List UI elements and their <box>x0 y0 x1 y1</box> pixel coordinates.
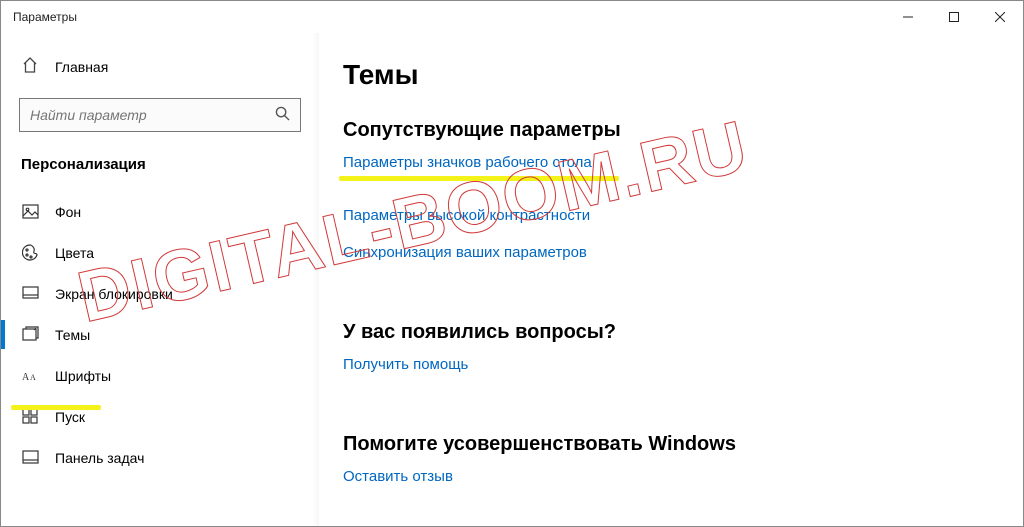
sidebar-item-home[interactable]: Главная <box>1 47 319 86</box>
sidebar-section-label: Персонализация <box>1 150 319 191</box>
picture-icon <box>21 203 39 220</box>
link-sync-settings[interactable]: Синхронизация ваших параметров <box>343 244 587 261</box>
sidebar-item-colors[interactable]: Цвета <box>1 232 319 273</box>
link-get-help[interactable]: Получить помощь <box>343 356 468 373</box>
palette-icon <box>21 244 39 261</box>
search-box[interactable] <box>19 98 301 132</box>
window-title: Параметры <box>13 10 77 24</box>
questions-heading: У вас появились вопросы? <box>343 321 999 344</box>
sidebar-item-label: Панель задач <box>55 450 144 466</box>
start-icon <box>21 408 39 425</box>
sidebar-item-label: Темы <box>55 327 90 343</box>
sidebar-item-start[interactable]: Пуск <box>1 396 319 437</box>
svg-text:A: A <box>30 373 36 382</box>
window-body: Главная Персонализация Фон Цвета Э <box>1 33 1023 526</box>
search-input[interactable] <box>30 107 275 123</box>
sidebar-item-label: Экран блокировки <box>55 286 173 302</box>
minimize-button[interactable] <box>885 1 931 33</box>
sidebar-item-label: Пуск <box>55 409 85 425</box>
fonts-icon: AA <box>21 367 39 384</box>
sidebar-item-label: Фон <box>55 204 81 220</box>
themes-icon <box>21 326 39 343</box>
related-settings-heading: Сопутствующие параметры <box>343 119 999 142</box>
titlebar: Параметры <box>1 1 1023 33</box>
sidebar-item-label: Цвета <box>55 245 94 261</box>
sidebar-item-taskbar[interactable]: Панель задач <box>1 437 319 478</box>
link-high-contrast[interactable]: Параметры высокой контрастности <box>343 207 590 224</box>
sidebar-item-label: Шрифты <box>55 368 111 384</box>
taskbar-icon <box>21 449 39 466</box>
highlight-annotation <box>339 176 619 181</box>
sidebar-item-background[interactable]: Фон <box>1 191 319 232</box>
close-button[interactable] <box>977 1 1023 33</box>
highlight-annotation <box>11 405 101 410</box>
window-controls <box>885 1 1023 33</box>
svg-text:A: A <box>22 372 30 383</box>
link-feedback[interactable]: Оставить отзыв <box>343 468 453 485</box>
sidebar-home-label: Главная <box>55 59 108 75</box>
sidebar-item-themes[interactable]: Темы <box>1 314 319 355</box>
link-desktop-icons[interactable]: Параметры значков рабочего стола <box>343 154 592 171</box>
page-title: Темы <box>343 59 999 91</box>
search-icon <box>275 106 290 124</box>
content-area: Темы Сопутствующие параметры Параметры з… <box>319 33 1023 526</box>
sidebar: Главная Персонализация Фон Цвета Э <box>1 33 319 526</box>
sidebar-item-fonts[interactable]: AA Шрифты <box>1 355 319 396</box>
lockscreen-icon <box>21 285 39 302</box>
sidebar-item-lockscreen[interactable]: Экран блокировки <box>1 273 319 314</box>
home-icon <box>21 57 39 76</box>
maximize-button[interactable] <box>931 1 977 33</box>
improve-heading: Помогите усовершенствовать Windows <box>343 433 999 456</box>
